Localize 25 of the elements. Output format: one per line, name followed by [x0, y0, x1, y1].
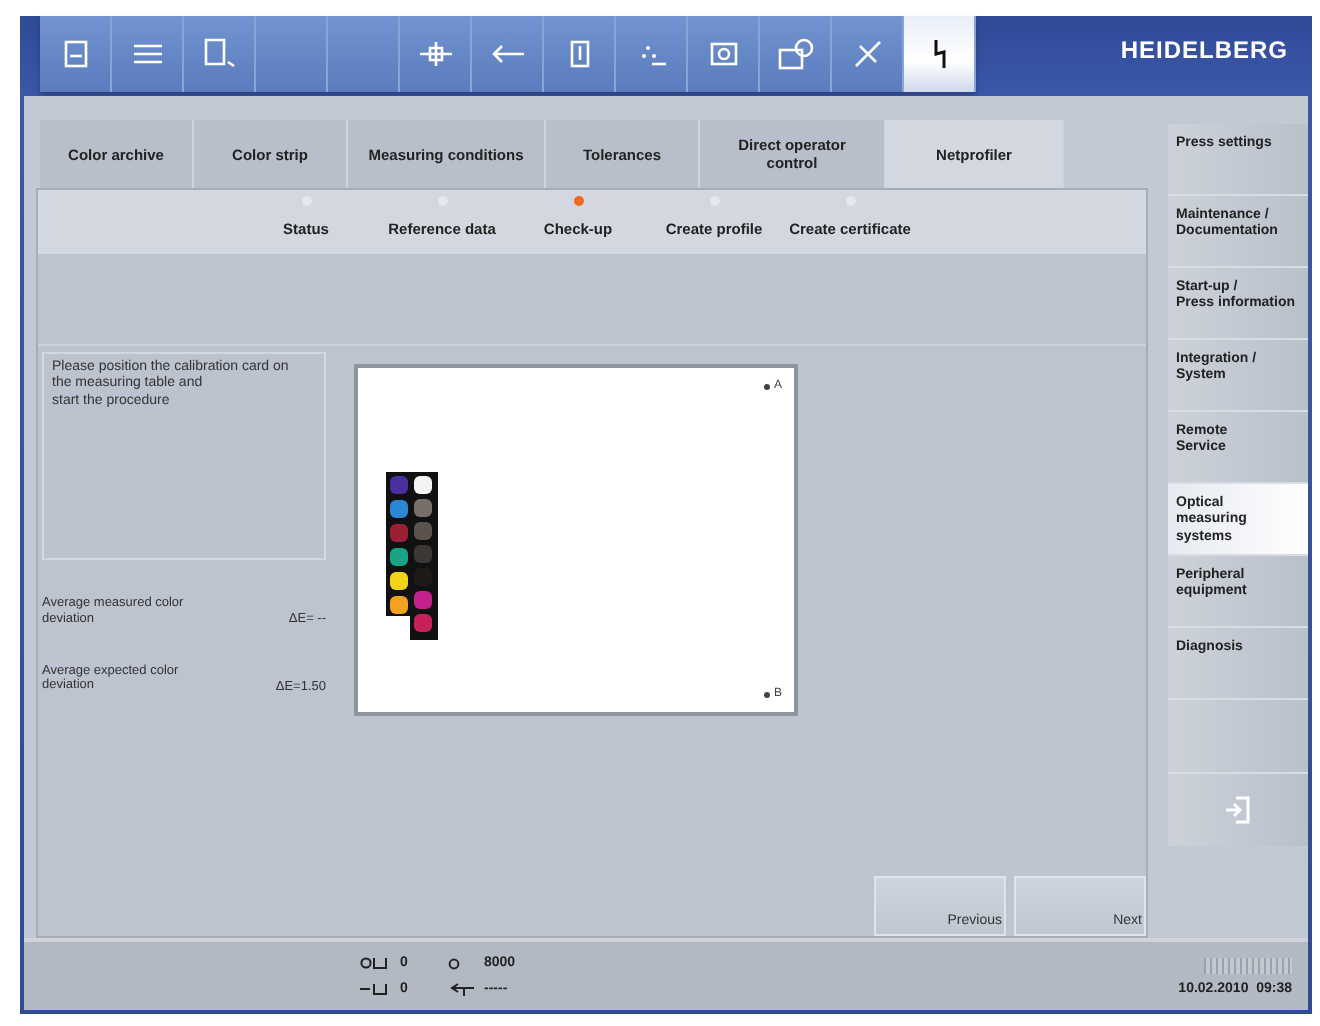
progress-meter — [1204, 957, 1292, 973]
toolbar-button[interactable] — [400, 16, 472, 92]
circle-icon — [448, 957, 460, 969]
register-icon — [417, 40, 453, 68]
toolbar-button[interactable] — [904, 16, 976, 92]
dot-icon — [763, 383, 770, 389]
sheet-counter-icon — [360, 956, 388, 970]
bolt-icon — [931, 38, 947, 70]
toolbar-button[interactable] — [544, 16, 616, 92]
toolbar-button[interactable] — [472, 16, 544, 92]
toolbar-button[interactable] — [184, 16, 256, 92]
plate-icon — [569, 40, 589, 68]
toolbar-button[interactable] — [40, 16, 112, 92]
delivery-counter-icon — [360, 982, 388, 996]
frame-icon — [707, 40, 739, 68]
arrow-icon — [489, 44, 525, 64]
toolbar-button[interactable] — [760, 16, 832, 92]
brand-logo: HEIDELBERG — [1120, 36, 1288, 64]
dot-icon — [763, 691, 770, 697]
toolbar-button[interactable] — [832, 16, 904, 92]
toolbar-button[interactable] — [688, 16, 760, 92]
document-icon — [201, 38, 237, 70]
toolbar-button[interactable] — [112, 16, 184, 92]
exit-icon — [1224, 794, 1252, 826]
speed-arrow-icon — [448, 982, 476, 996]
